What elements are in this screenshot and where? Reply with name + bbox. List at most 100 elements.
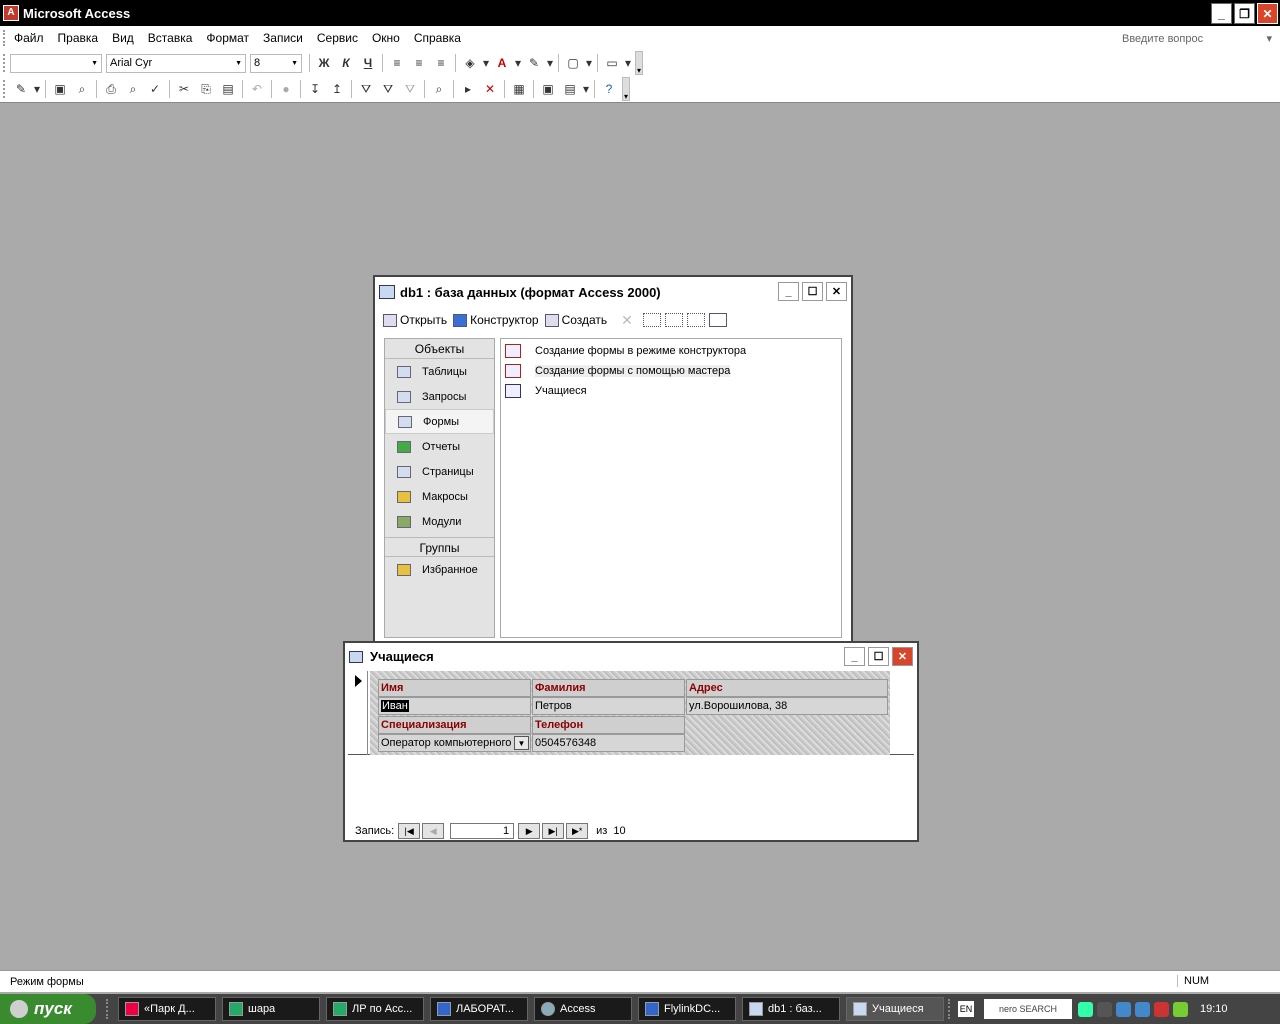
task-button[interactable]: ЛАБОРАТ... (430, 997, 528, 1021)
font-color-icon[interactable]: A (491, 53, 513, 73)
objects-header[interactable]: Объекты (385, 339, 494, 359)
print-preview-icon[interactable]: ⌕ (122, 79, 144, 99)
filter-by-form-icon[interactable]: ⛛ (377, 79, 399, 99)
object-queries[interactable]: Запросы (385, 384, 494, 409)
db-close-button[interactable]: ✕ (826, 282, 847, 301)
db-minimize-button[interactable]: _ (778, 282, 799, 301)
border-icon[interactable]: ▢ (562, 53, 584, 73)
record-number-input[interactable]: 1 (450, 823, 515, 839)
filter-by-selection-icon[interactable]: ⛛ (355, 79, 377, 99)
chevron-down-icon[interactable]: ▼ (514, 736, 529, 750)
task-button[interactable]: «Парк Д... (118, 997, 216, 1021)
menu-file[interactable]: Файл (7, 31, 51, 45)
apply-filter-icon[interactable]: ⛛ (399, 79, 421, 99)
design-view-icon[interactable]: ✎ (10, 79, 32, 99)
object-macros[interactable]: Макросы (385, 484, 494, 509)
tray-app-icon[interactable] (1116, 1001, 1131, 1017)
object-reports[interactable]: Отчеты (385, 434, 494, 459)
object-modules[interactable]: Модули (385, 509, 494, 534)
menu-window[interactable]: Окно (365, 31, 407, 45)
new-record-button[interactable]: ▶* (566, 823, 589, 839)
menu-records[interactable]: Записи (256, 31, 310, 45)
phone-field[interactable]: 0504576348 (532, 734, 685, 752)
save-icon[interactable]: ▣ (49, 79, 71, 99)
next-record-button[interactable]: ▶ (518, 823, 541, 839)
properties-icon[interactable]: ▦ (508, 79, 530, 99)
address-field[interactable]: ул.Ворошилова, 38 (686, 697, 888, 715)
help-question-input[interactable]: Введите вопрос ▾ (1122, 30, 1272, 47)
toolbar-grip[interactable] (3, 54, 7, 72)
toolbar-grip[interactable] (3, 80, 7, 98)
task-button[interactable]: Access (534, 997, 632, 1021)
align-center-icon[interactable]: ≡ (408, 53, 430, 73)
list-item[interactable]: Создание формы с помощью мастера (505, 361, 837, 381)
object-combo[interactable]: ▼ (10, 53, 102, 73)
bold-button[interactable]: Ж (313, 53, 335, 73)
tray-nvidia-icon[interactable] (1173, 1001, 1188, 1017)
task-button-active[interactable]: Учащиеся (846, 997, 944, 1021)
menu-tools[interactable]: Сервис (310, 31, 365, 45)
object-pages[interactable]: Страницы (385, 459, 494, 484)
tray-back-icon[interactable] (1097, 1001, 1112, 1017)
menu-format[interactable]: Формат (199, 31, 256, 45)
taskbar-grip[interactable] (106, 999, 112, 1019)
line-width-icon[interactable]: ▭ (601, 53, 623, 73)
tray-network-icon[interactable] (1135, 1001, 1150, 1017)
chevron-down-icon[interactable]: ▾ (32, 79, 42, 99)
app-close-button[interactable]: ✕ (1257, 3, 1278, 24)
print-icon[interactable]: ⎙ (100, 79, 122, 99)
find-icon[interactable]: ⌕ (428, 79, 450, 99)
tray-security-icon[interactable] (1154, 1001, 1169, 1017)
cut-icon[interactable]: ✂ (173, 79, 195, 99)
menu-view[interactable]: Вид (105, 31, 141, 45)
list-item[interactable]: Учащиеся (505, 381, 837, 401)
spelling-icon[interactable]: ✓ (144, 79, 166, 99)
chevron-down-icon[interactable]: ▾ (513, 53, 523, 73)
name-field[interactable]: Иван (378, 697, 531, 715)
form-minimize-button[interactable]: _ (844, 647, 865, 666)
db-maximize-button[interactable]: ☐ (802, 282, 823, 301)
task-button[interactable]: ЛР по Acc... (326, 997, 424, 1021)
italic-button[interactable]: К (335, 53, 357, 73)
record-selector[interactable] (348, 671, 368, 755)
insert-hyperlink-icon[interactable]: ● (275, 79, 297, 99)
copy-icon[interactable]: ⎘ (195, 79, 217, 99)
font-name-combo[interactable]: Arial Cyr ▼ (106, 53, 246, 73)
menu-insert[interactable]: Вставка (141, 31, 200, 45)
toolbar-options-icon[interactable]: ▾ (635, 51, 643, 75)
object-tables[interactable]: Таблицы (385, 359, 494, 384)
paste-icon[interactable]: ▤ (217, 79, 239, 99)
task-button[interactable]: FlylinkDC... (638, 997, 736, 1021)
list-view-icon[interactable] (686, 313, 705, 327)
language-indicator[interactable]: EN (958, 1001, 974, 1017)
details-view-icon[interactable] (708, 313, 727, 327)
chevron-down-icon[interactable]: ▾ (581, 79, 591, 99)
align-left-icon[interactable]: ≡ (386, 53, 408, 73)
align-right-icon[interactable]: ≡ (430, 53, 452, 73)
previous-record-button[interactable]: ◀ (422, 823, 445, 839)
menu-edit[interactable]: Правка (51, 31, 106, 45)
database-window-icon[interactable]: ▣ (537, 79, 559, 99)
small-icons-icon[interactable] (664, 313, 683, 327)
form-maximize-button[interactable]: ☐ (868, 647, 889, 666)
menu-help[interactable]: Справка (407, 31, 468, 45)
delete-record-icon[interactable]: ✕ (479, 79, 501, 99)
group-favorites[interactable]: Избранное (385, 557, 494, 582)
task-button[interactable]: шара (222, 997, 320, 1021)
form-window-titlebar[interactable]: Учащиеся (345, 643, 917, 670)
tray-arrow-icon[interactable] (1078, 1001, 1093, 1017)
object-forms[interactable]: Формы (385, 409, 494, 434)
create-button[interactable]: Создать (544, 313, 607, 327)
font-size-combo[interactable]: 8 ▼ (250, 53, 302, 73)
start-button[interactable]: пуск (0, 994, 96, 1024)
design-button[interactable]: Конструктор (453, 313, 539, 327)
form-close-button[interactable]: ✕ (892, 647, 913, 666)
first-record-button[interactable]: |◀ (398, 823, 421, 839)
new-object-icon[interactable]: ▤ (559, 79, 581, 99)
app-restore-button[interactable]: ❐ (1234, 3, 1255, 24)
task-button[interactable]: db1 : баз... (742, 997, 840, 1021)
chevron-down-icon[interactable]: ▾ (545, 53, 555, 73)
help-icon[interactable]: ? (598, 79, 620, 99)
large-icons-icon[interactable] (642, 313, 661, 327)
delete-icon[interactable]: ✕ (621, 312, 633, 329)
